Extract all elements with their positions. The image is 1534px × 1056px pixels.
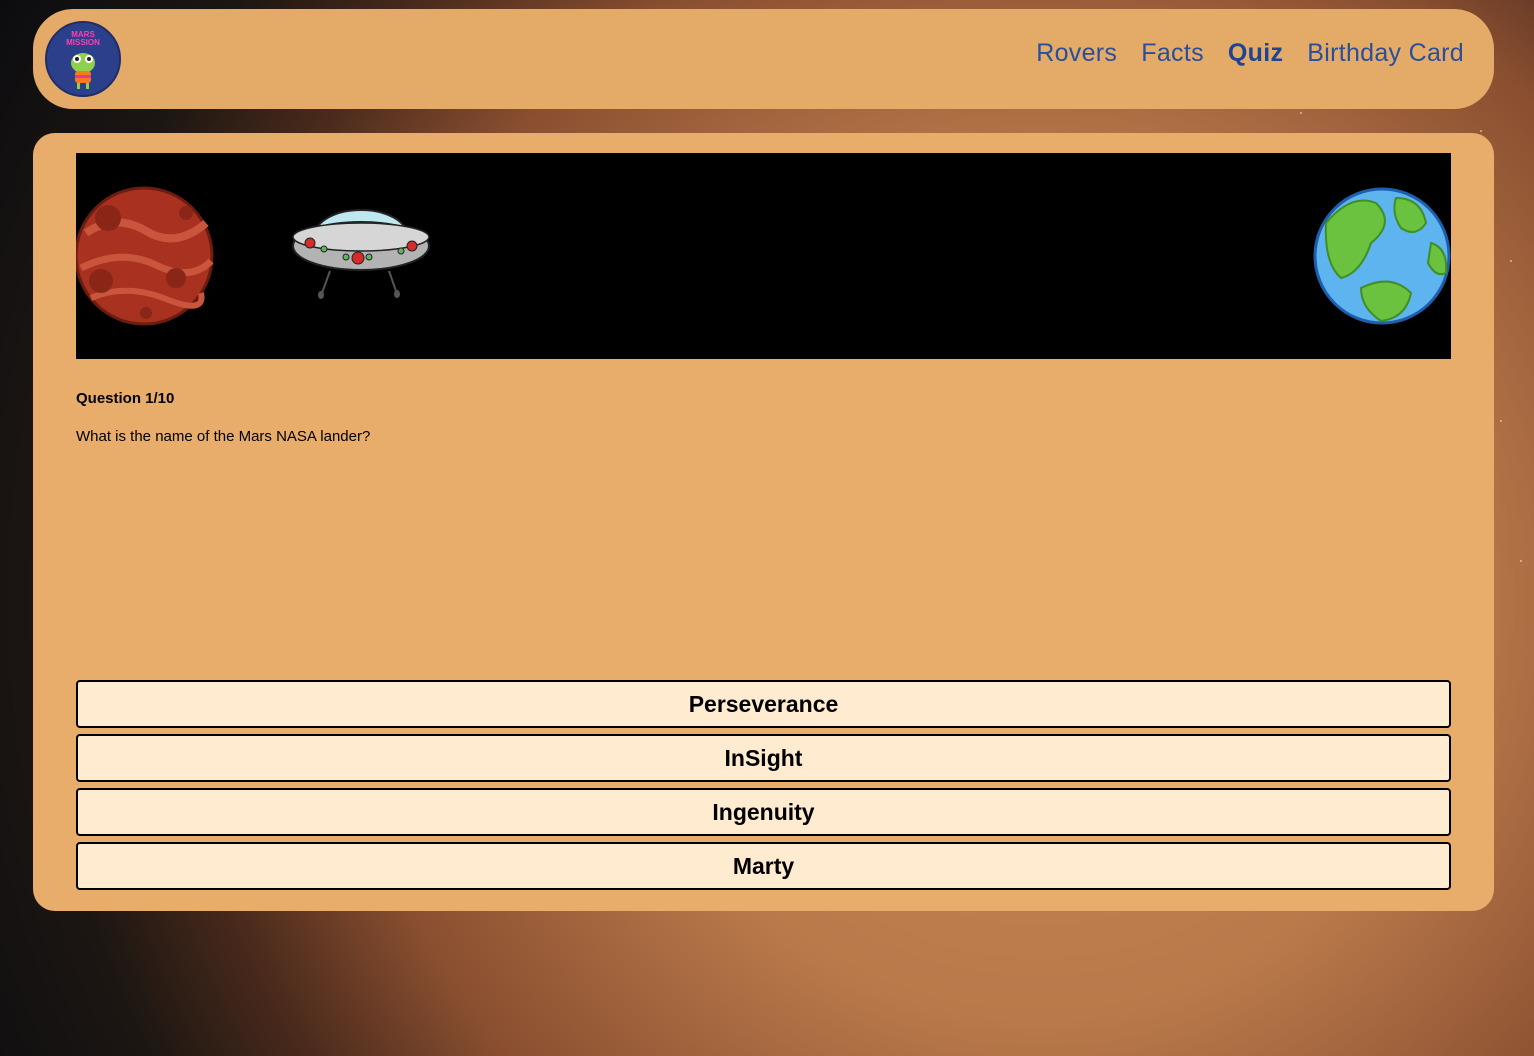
nav-link-facts[interactable]: Facts <box>1141 39 1204 68</box>
nav-link-rovers[interactable]: Rovers <box>1036 39 1117 68</box>
navbar: MARS MISSION Rovers Facts Quiz Birthday … <box>33 9 1494 109</box>
answer-button-marty[interactable]: Marty <box>76 842 1451 890</box>
ufo-icon <box>292 209 430 299</box>
alien-mascot-icon: MARS MISSION <box>47 23 119 95</box>
answer-button-perseverance[interactable]: Perseverance <box>76 680 1451 728</box>
answer-button-ingenuity[interactable]: Ingenuity <box>76 788 1451 836</box>
question-text: What is the name of the Mars NASA lander… <box>76 428 371 445</box>
answer-button-insight[interactable]: InSight <box>76 734 1451 782</box>
quiz-card: Question 1/10 What is the name of the Ma… <box>33 133 1494 911</box>
mars-planet-icon <box>76 186 214 326</box>
nav-links: Rovers Facts Quiz Birthday Card <box>1036 39 1464 68</box>
answer-options: Perseverance InSight Ingenuity Marty <box>76 680 1451 896</box>
site-logo[interactable]: MARS MISSION <box>45 21 121 97</box>
quiz-progress-banner <box>76 153 1451 359</box>
earth-planet-icon <box>1313 187 1451 325</box>
nav-link-birthday-card[interactable]: Birthday Card <box>1307 39 1464 68</box>
question-counter: Question 1/10 <box>76 390 175 407</box>
nav-link-quiz[interactable]: Quiz <box>1228 39 1283 68</box>
svg-text:MISSION: MISSION <box>66 38 100 47</box>
